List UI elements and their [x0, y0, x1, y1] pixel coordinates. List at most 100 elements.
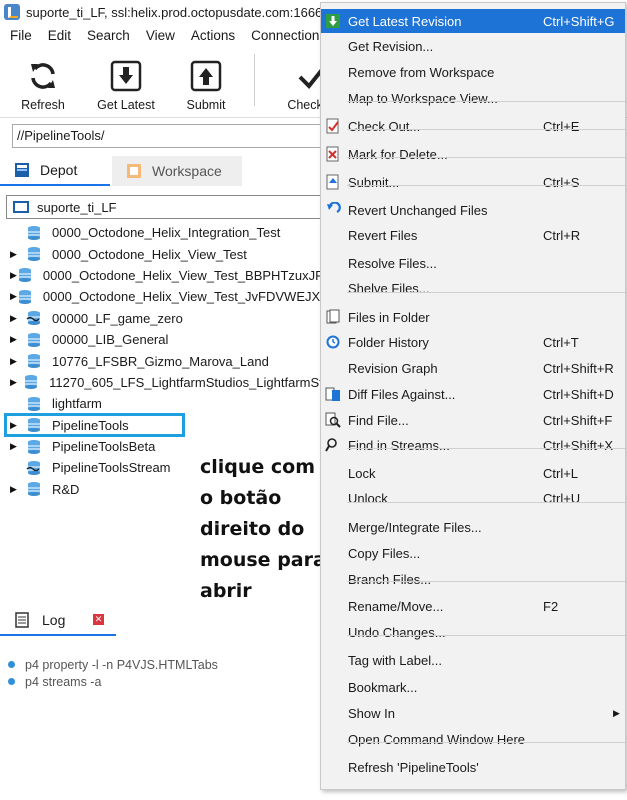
tree-node[interactable]: ▶ 0000_Octodone_Helix_View_Test_BBPHTzuxJ…: [0, 265, 330, 286]
expand-arrow-icon[interactable]: ▶: [0, 441, 26, 452]
menu-item-shortcut: Ctrl+R: [543, 227, 581, 243]
tree-node[interactable]: 0000_Octodone_Helix_Integration_Test: [0, 222, 330, 243]
menu-item-merge-integrate-files[interactable]: Merge/Integrate Files...: [321, 515, 625, 539]
menu-item-label: Show In: [348, 705, 395, 721]
pane-tabs: Depot Workspace: [0, 156, 330, 186]
menu-item-remove-from-workspace[interactable]: Remove from Workspace: [321, 60, 625, 84]
depot-db-icon: [28, 247, 40, 262]
get-latest-button[interactable]: Get Latest: [86, 46, 166, 112]
window-title: suporte_ti_LF, ssl:helix.prod.octopusdat…: [26, 4, 326, 20]
expand-arrow-icon[interactable]: ▶: [0, 356, 26, 367]
menu-view[interactable]: View: [136, 28, 181, 43]
depot-db-icon: [28, 482, 40, 497]
menu-item-mark-for-delete[interactable]: Mark for Delete...: [321, 142, 625, 166]
depot-icon: [15, 163, 29, 177]
menu-item-copy-files[interactable]: Copy Files...: [321, 541, 625, 565]
menu-actions[interactable]: Actions: [181, 28, 241, 43]
menu-item-lock[interactable]: Lock Ctrl+L: [321, 461, 625, 485]
revert-icon: [327, 202, 341, 213]
expand-arrow-icon[interactable]: ▶: [0, 377, 23, 388]
menu-item-get-latest-revision[interactable]: Get Latest Revision Ctrl+Shift+G: [321, 9, 625, 33]
menu-item-shelve-files[interactable]: Shelve Files...: [321, 276, 625, 300]
tab-depot-label: Depot: [40, 162, 78, 178]
stream-depot-icon: [26, 311, 40, 326]
tree-node[interactable]: ▶ 0000_Octodone_Helix_View_Test: [0, 243, 330, 264]
menu-item-tag-with-label[interactable]: Tag with Label...: [321, 648, 625, 672]
menu-item-rename-move[interactable]: Rename/Move... F2: [321, 594, 625, 618]
menu-item-revision-graph[interactable]: Revision Graph Ctrl+Shift+R: [321, 356, 625, 380]
history-icon: [326, 335, 340, 349]
menu-item-unlock[interactable]: Unlock Ctrl+U: [321, 486, 625, 510]
checkout-icon: [326, 118, 339, 134]
delete-icon: [326, 146, 339, 162]
menu-item-files-in-folder[interactable]: Files in Folder: [321, 305, 625, 329]
menu-item-resolve-files[interactable]: Resolve Files...: [321, 251, 625, 275]
menu-item-label: Copy Files...: [348, 545, 421, 561]
depot-db-icon: [28, 439, 40, 454]
menu-item-show-in[interactable]: Show In ▶: [321, 701, 625, 725]
menu-item-label: Bookmark...: [348, 679, 418, 695]
menu-item-get-revision[interactable]: Get Revision...: [321, 34, 625, 58]
refresh-button[interactable]: Refresh: [0, 46, 86, 112]
find-icon: [325, 412, 341, 428]
info-dot-icon: [8, 678, 15, 685]
close-icon[interactable]: ✕: [93, 614, 104, 625]
menu-item-bookmark[interactable]: Bookmark...: [321, 675, 625, 699]
tree-node[interactable]: ▶ 0000_Octodone_Helix_View_Test_JvFDVWEJX…: [0, 286, 330, 307]
menu-item-branch-files[interactable]: Branch Files...: [321, 567, 625, 591]
log-output: p4 property -l -n P4VJS.HTMLTabs p4 stre…: [8, 656, 218, 690]
menu-item-refresh-pipelinetools[interactable]: Refresh 'PipelineTools': [321, 755, 625, 779]
tab-workspace[interactable]: Workspace: [112, 156, 242, 186]
menu-item-map-to-workspace-view[interactable]: Map to Workspace View...: [321, 86, 625, 110]
menu-file[interactable]: File: [0, 28, 38, 43]
menu-item-shortcut: Ctrl+Shift+G: [543, 13, 615, 29]
tree-node[interactable]: ▶ 11270_605_LFS_LightfarmStudios_Lightfar…: [0, 372, 330, 393]
expand-arrow-icon[interactable]: ▶: [0, 291, 17, 302]
menu-item-label: Lock: [348, 465, 376, 481]
tree-node[interactable]: ▶ 00000_LIB_General: [0, 329, 330, 350]
menu-item-shortcut: Ctrl+Shift+D: [543, 386, 614, 402]
tree-node[interactable]: ▶ 10776_LFSBR_Gizmo_Marova_Land: [0, 350, 330, 371]
menu-separator: [347, 101, 625, 102]
submit-icon: [326, 174, 339, 190]
expand-arrow-icon[interactable]: ▶: [0, 484, 26, 495]
menu-item-submit[interactable]: Submit... Ctrl+S: [321, 170, 625, 194]
workspace-selector[interactable]: suporte_ti_LF: [6, 195, 336, 219]
menu-edit[interactable]: Edit: [38, 28, 77, 43]
menu-item-find-file[interactable]: Find File... Ctrl+Shift+F: [321, 408, 625, 432]
submit-button[interactable]: Submit: [166, 46, 246, 112]
menu-item-revert-unchanged-files[interactable]: Revert Unchanged Files: [321, 198, 625, 222]
workspace-icon: [127, 164, 141, 178]
tree-node[interactable]: ▶ 00000_LF_game_zero: [0, 308, 330, 329]
menu-item-label: Find File...: [348, 412, 409, 428]
diff-icon: [325, 387, 340, 401]
tab-depot[interactable]: Depot: [0, 156, 110, 186]
tree-node-label: lightfarm: [52, 396, 102, 412]
depot-path-input[interactable]: //PipelineTools/: [12, 124, 342, 148]
menu-item-undo-changes[interactable]: Undo Changes...: [321, 620, 625, 644]
menu-search[interactable]: Search: [77, 28, 136, 43]
menu-item-label: Rename/Move...: [348, 598, 444, 614]
tree-node[interactable]: lightfarm: [0, 393, 330, 414]
menu-item-folder-history[interactable]: Folder History Ctrl+T: [321, 330, 625, 354]
menu-item-label: Submit...: [348, 174, 400, 190]
p4v-app-icon: [4, 4, 20, 20]
expand-arrow-icon[interactable]: ▶: [0, 334, 26, 345]
menu-item-shortcut: Ctrl+S: [543, 174, 580, 190]
monitor-icon: [13, 201, 29, 213]
expand-arrow-icon[interactable]: ▶: [0, 270, 17, 281]
get-latest-icon: [326, 14, 340, 28]
menu-item-check-out[interactable]: Check Out... Ctrl+E: [321, 114, 625, 138]
tree-node-label: PipelineToolsBeta: [52, 439, 156, 455]
context-menu: Get Latest Revision Ctrl+Shift+G Get Revis…: [320, 2, 626, 790]
menu-item-diff-files-against[interactable]: Diff Files Against... Ctrl+Shift+D: [321, 382, 625, 406]
menu-item-label: Find in Streams...: [348, 437, 450, 453]
menu-item-find-in-streams[interactable]: Find in Streams... Ctrl+Shift+X: [321, 433, 625, 457]
expand-arrow-icon[interactable]: ▶: [0, 313, 26, 324]
menu-connection[interactable]: Connection: [241, 28, 325, 43]
menu-item-label: Revert Unchanged Files: [348, 202, 488, 218]
stream-depot-icon: [26, 460, 40, 475]
menu-item-revert-files[interactable]: Revert Files Ctrl+R: [321, 223, 625, 247]
menu-item-open-command-window-here[interactable]: Open Command Window Here: [321, 727, 625, 751]
expand-arrow-icon[interactable]: ▶: [0, 249, 26, 260]
